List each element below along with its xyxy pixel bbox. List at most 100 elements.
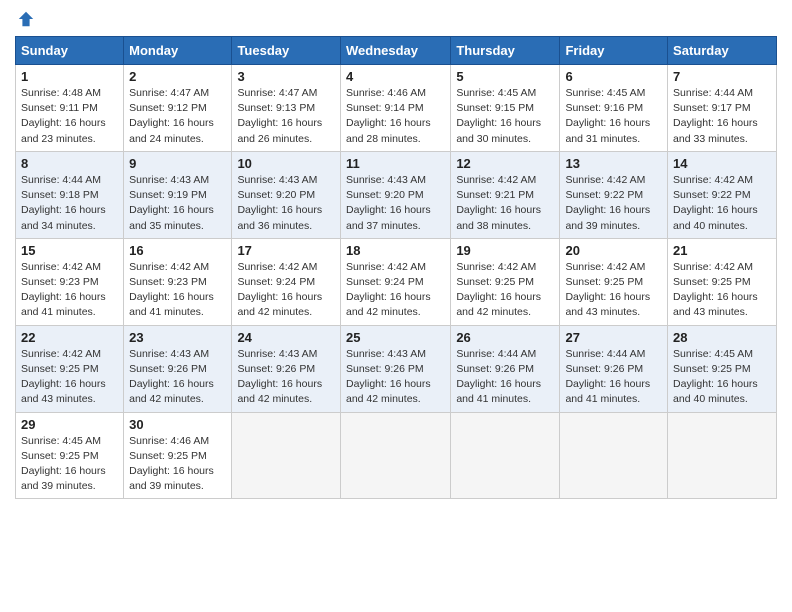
calendar-day-cell: 17Sunrise: 4:42 AMSunset: 9:24 PMDayligh… (232, 238, 341, 325)
daylight: Daylight: 16 hours and 34 minutes. (21, 204, 106, 231)
calendar-day-cell: 22Sunrise: 4:42 AMSunset: 9:25 PMDayligh… (16, 325, 124, 412)
sunset: Sunset: 9:23 PM (129, 276, 207, 288)
sunset: Sunset: 9:25 PM (456, 276, 534, 288)
day-number: 3 (237, 69, 335, 84)
calendar-page: SundayMondayTuesdayWednesdayThursdayFrid… (0, 0, 792, 612)
day-number: 5 (456, 69, 554, 84)
sunset: Sunset: 9:17 PM (673, 102, 751, 114)
daylight: Daylight: 16 hours and 41 minutes. (129, 291, 214, 318)
day-info: Sunrise: 4:45 AMSunset: 9:15 PMDaylight:… (456, 86, 554, 147)
column-header-sunday: Sunday (16, 37, 124, 65)
day-number: 25 (346, 330, 445, 345)
sunrise: Sunrise: 4:44 AM (21, 174, 101, 186)
day-info: Sunrise: 4:42 AMSunset: 9:24 PMDaylight:… (237, 260, 335, 321)
daylight: Daylight: 16 hours and 42 minutes. (346, 378, 431, 405)
day-info: Sunrise: 4:47 AMSunset: 9:13 PMDaylight:… (237, 86, 335, 147)
daylight: Daylight: 16 hours and 41 minutes. (21, 291, 106, 318)
daylight: Daylight: 16 hours and 40 minutes. (673, 378, 758, 405)
daylight: Daylight: 16 hours and 35 minutes. (129, 204, 214, 231)
day-info: Sunrise: 4:42 AMSunset: 9:25 PMDaylight:… (21, 347, 118, 408)
calendar-day-cell: 5 Sunrise: 4:45 AMSunset: 9:15 PMDaylight… (451, 65, 560, 152)
daylight: Daylight: 16 hours and 37 minutes. (346, 204, 431, 231)
sunset: Sunset: 9:26 PM (237, 363, 315, 375)
day-number: 8 (21, 156, 118, 171)
day-info: Sunrise: 4:42 AMSunset: 9:25 PMDaylight:… (456, 260, 554, 321)
calendar-empty-cell (232, 412, 341, 499)
sunrise: Sunrise: 4:42 AM (673, 174, 753, 186)
sunrise: Sunrise: 4:47 AM (237, 87, 317, 99)
sunrise: Sunrise: 4:43 AM (346, 174, 426, 186)
day-number: 15 (21, 243, 118, 258)
sunset: Sunset: 9:22 PM (565, 189, 643, 201)
daylight: Daylight: 16 hours and 24 minutes. (129, 117, 214, 144)
day-info: Sunrise: 4:45 AMSunset: 9:16 PMDaylight:… (565, 86, 662, 147)
sunset: Sunset: 9:12 PM (129, 102, 207, 114)
sunset: Sunset: 9:14 PM (346, 102, 424, 114)
day-info: Sunrise: 4:46 AMSunset: 9:14 PMDaylight:… (346, 86, 445, 147)
sunrise: Sunrise: 4:42 AM (237, 261, 317, 273)
sunset: Sunset: 9:24 PM (237, 276, 315, 288)
day-info: Sunrise: 4:44 AM Sunset: 9:17 PM Daylight:… (673, 86, 771, 147)
daylight: Daylight: 16 hours and 42 minutes. (237, 378, 322, 405)
daylight: Daylight: 16 hours and 42 minutes. (346, 291, 431, 318)
daylight: Daylight: 16 hours and 31 minutes. (565, 117, 650, 144)
calendar-day-cell: 20Sunrise: 4:42 AMSunset: 9:25 PMDayligh… (560, 238, 668, 325)
day-info: Sunrise: 4:44 AM Sunset: 9:26 PM Daylight:… (456, 347, 554, 408)
sunset: Sunset: 9:21 PM (456, 189, 534, 201)
column-header-thursday: Thursday (451, 37, 560, 65)
calendar-day-cell: 16Sunrise: 4:42 AMSunset: 9:23 PMDayligh… (124, 238, 232, 325)
sunrise: Sunrise: 4:42 AM (21, 261, 101, 273)
sunrise: Sunrise: 4:47 AM (129, 87, 209, 99)
daylight: Daylight: 16 hours and 39 minutes. (129, 465, 214, 492)
page-header (15, 10, 777, 28)
column-header-friday: Friday (560, 37, 668, 65)
sunrise: Sunrise: 4:42 AM (456, 261, 536, 273)
daylight: Daylight: 16 hours and 33 minutes. (673, 117, 758, 144)
sunrise: Sunrise: 4:43 AM (129, 348, 209, 360)
sunset: Sunset: 9:25 PM (673, 276, 751, 288)
daylight: Daylight: 16 hours and 43 minutes. (21, 378, 106, 405)
sunrise: Sunrise: 4:43 AM (237, 348, 317, 360)
day-number: 6 (565, 69, 662, 84)
logo-icon (17, 10, 35, 28)
day-info: Sunrise: 4:45 AMSunset: 9:25 PMDaylight:… (673, 347, 771, 408)
day-info: Sunrise: 4:45 AMSunset: 9:25 PMDaylight:… (21, 434, 118, 495)
day-info: Sunrise: 4:42 AMSunset: 9:25 PMDaylight:… (565, 260, 662, 321)
sunset: Sunset: 9:20 PM (237, 189, 315, 201)
sunset: Sunset: 9:25 PM (21, 450, 99, 462)
day-number: 9 (129, 156, 226, 171)
calendar-week-row: 8Sunrise: 4:44 AMSunset: 9:18 PMDaylight… (16, 151, 777, 238)
sunrise: Sunrise: 4:42 AM (129, 261, 209, 273)
sunrise: Sunrise: 4:42 AM (565, 174, 645, 186)
daylight: Daylight: 16 hours and 28 minutes. (346, 117, 431, 144)
sunset: Sunset: 9:26 PM (565, 363, 643, 375)
sunset: Sunset: 9:26 PM (456, 363, 534, 375)
calendar-day-cell: 23 Sunrise: 4:43 AM Sunset: 9:26 PM Dayligh… (124, 325, 232, 412)
day-info: Sunrise: 4:42 AMSunset: 9:22 PMDaylight:… (565, 173, 662, 234)
calendar-day-cell: 2Sunrise: 4:47 AMSunset: 9:12 PMDaylight… (124, 65, 232, 152)
sunrise: Sunrise: 4:42 AM (456, 174, 536, 186)
day-number: 29 (21, 417, 118, 432)
day-number: 14 (673, 156, 771, 171)
calendar-day-cell: 1Sunrise: 4:48 AMSunset: 9:11 PMDaylight… (16, 65, 124, 152)
calendar-week-row: 22Sunrise: 4:42 AMSunset: 9:25 PMDayligh… (16, 325, 777, 412)
sunset: Sunset: 9:24 PM (346, 276, 424, 288)
sunset: Sunset: 9:26 PM (129, 363, 207, 375)
daylight: Daylight: 16 hours and 36 minutes. (237, 204, 322, 231)
daylight: Daylight: 16 hours and 41 minutes. (456, 378, 541, 405)
calendar-day-cell: 26Sunrise: 4:44 AMSunset: 9:26 PMDayligh… (451, 325, 560, 412)
calendar-day-cell: 10Sunrise: 4:43 AMSunset: 9:20 PMDayligh… (232, 151, 341, 238)
day-info: Sunrise: 4:47 AM Sunset: 9:12 PM Daylight:… (129, 86, 226, 147)
calendar-day-cell: 7Sunrise: 4:44 AMSunset: 9:17 PMDaylight… (668, 65, 777, 152)
calendar-empty-cell (340, 412, 450, 499)
calendar-day-cell: 11Sunrise: 4:43 AMSunset: 9:20 PMDayligh… (340, 151, 450, 238)
day-info: Sunrise: 4:42 AMSunset: 9:22 PMDaylight:… (673, 173, 771, 234)
column-header-wednesday: Wednesday (340, 37, 450, 65)
day-info: Sunrise: 4:46 AMSunset: 9:25 PMDaylight:… (129, 434, 226, 495)
daylight: Daylight: 16 hours and 43 minutes. (673, 291, 758, 318)
day-number: 23 (129, 330, 226, 345)
sunrise: Sunrise: 4:44 AM (673, 87, 753, 99)
sunrise: Sunrise: 4:44 AM (456, 348, 536, 360)
daylight: Daylight: 16 hours and 42 minutes. (129, 378, 214, 405)
calendar-week-row: 15 Sunrise: 4:42 AM Sunset: 9:23 PM Dayligh… (16, 238, 777, 325)
